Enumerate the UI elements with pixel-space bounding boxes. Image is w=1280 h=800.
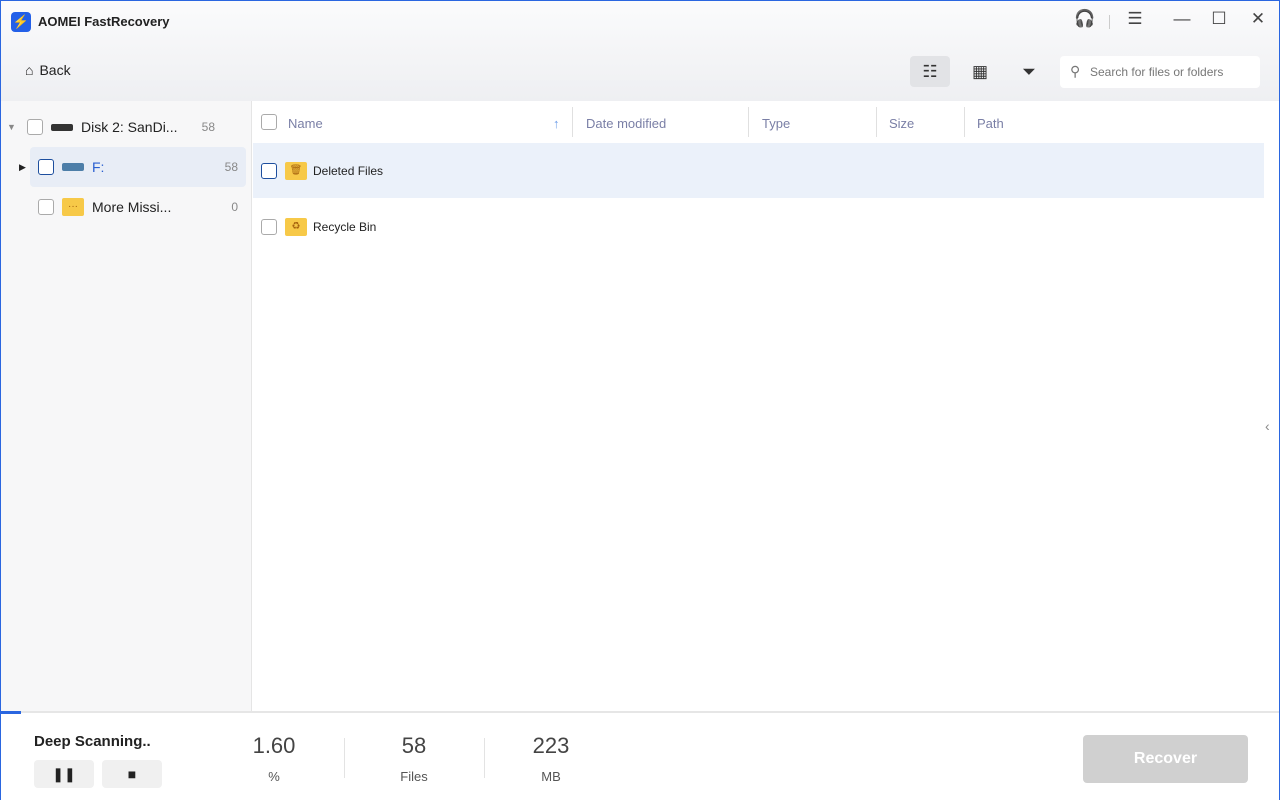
- expand-icon[interactable]: ▶: [19, 162, 26, 173]
- trash-folder-icon: 🗑: [285, 161, 307, 180]
- sort-asc-icon[interactable]: ↑: [553, 116, 560, 131]
- sidebar-tree: ▼ Disk 2: SanDi... 58 ▶ F: 58 ··· More M…: [1, 101, 252, 711]
- pause-button[interactable]: ❚❚: [34, 760, 94, 788]
- maximize-button[interactable]: ☐: [1207, 9, 1231, 29]
- tree-item-count: 0: [231, 200, 238, 214]
- filter-button[interactable]: ⏷: [1009, 56, 1049, 87]
- tree-item-count: 58: [201, 120, 215, 134]
- checkbox[interactable]: [27, 119, 43, 135]
- column-path[interactable]: Path: [977, 116, 1004, 131]
- disk-icon: [51, 123, 73, 131]
- column-date-modified[interactable]: Date modified: [586, 116, 666, 131]
- search-icon: ⚲: [1070, 63, 1081, 79]
- title-bar: ⚡ AOMEI FastRecovery 🎧 ☰ — ☐ ✕ ⌂ Back ☷ ▦…: [1, 1, 1279, 101]
- size-stat: 223 MB: [532, 733, 570, 784]
- scan-status-bar: Deep Scanning.. ❚❚ ■ 1.60% 58 Files 223 MB…: [1, 711, 1279, 800]
- file-list-header: Name ↑ Date modified Type Size Path: [253, 101, 1265, 143]
- app-logo-icon: ⚡: [11, 12, 31, 32]
- tree-item-disk[interactable]: ▼ Disk 2: SanDi... 58: [7, 107, 223, 147]
- column-type[interactable]: Type: [762, 116, 790, 131]
- tree-item-label: More Missi...: [92, 199, 172, 215]
- file-name: Deleted Files: [313, 163, 384, 178]
- app-title: AOMEI FastRecovery: [38, 14, 170, 29]
- file-row[interactable]: ♻ Recycle Bin: [253, 199, 1264, 254]
- search-input[interactable]: ⚲ Search for files or folders: [1060, 56, 1260, 88]
- recover-button[interactable]: Recover: [1083, 735, 1248, 783]
- tree-item-label: F:: [92, 159, 105, 175]
- folder-icon: ···: [62, 198, 84, 216]
- file-row[interactable]: 🗑 Deleted Files: [253, 143, 1264, 198]
- tree-item-f[interactable]: ▶ F: 58: [19, 147, 246, 187]
- grid-view-button[interactable]: ▦: [960, 56, 1000, 87]
- drive-icon: [62, 163, 84, 171]
- close-button[interactable]: ✕: [1246, 9, 1270, 29]
- files-stat: 58 Files: [400, 733, 428, 784]
- collapse-panel-icon[interactable]: ‹: [1265, 418, 1270, 434]
- home-icon: ⌂: [25, 62, 34, 78]
- checkbox[interactable]: [38, 199, 54, 215]
- checkbox[interactable]: [261, 218, 277, 235]
- checkbox[interactable]: [261, 162, 277, 179]
- tree-item-label: Disk 2: SanDi...: [81, 119, 178, 135]
- scan-status-label: Deep Scanning..: [34, 733, 151, 750]
- menu-icon[interactable]: ☰: [1123, 9, 1147, 29]
- back-button[interactable]: ⌂ Back: [25, 62, 71, 78]
- support-headset-icon[interactable]: 🎧: [1073, 9, 1097, 29]
- tree-item-more-missing[interactable]: ··· More Missi... 0: [30, 187, 246, 227]
- tree-item-count: 58: [224, 160, 238, 174]
- divider: [1109, 15, 1110, 29]
- percent-stat: 1.60%: [252, 733, 296, 784]
- expand-icon[interactable]: ▼: [7, 122, 27, 132]
- select-all-checkbox[interactable]: [261, 114, 277, 130]
- checkbox[interactable]: [38, 159, 54, 175]
- search-placeholder: Search for files or folders: [1090, 65, 1224, 79]
- scan-progress-bar: [1, 711, 22, 714]
- list-view-button[interactable]: ☷: [910, 56, 950, 87]
- file-name: Recycle Bin: [313, 219, 377, 234]
- minimize-button[interactable]: —: [1170, 9, 1194, 29]
- column-size[interactable]: Size: [889, 116, 914, 131]
- back-label: Back: [39, 62, 71, 78]
- recycle-folder-icon: ♻: [285, 217, 307, 236]
- column-name[interactable]: Name: [288, 116, 323, 131]
- stop-button[interactable]: ■: [102, 760, 162, 788]
